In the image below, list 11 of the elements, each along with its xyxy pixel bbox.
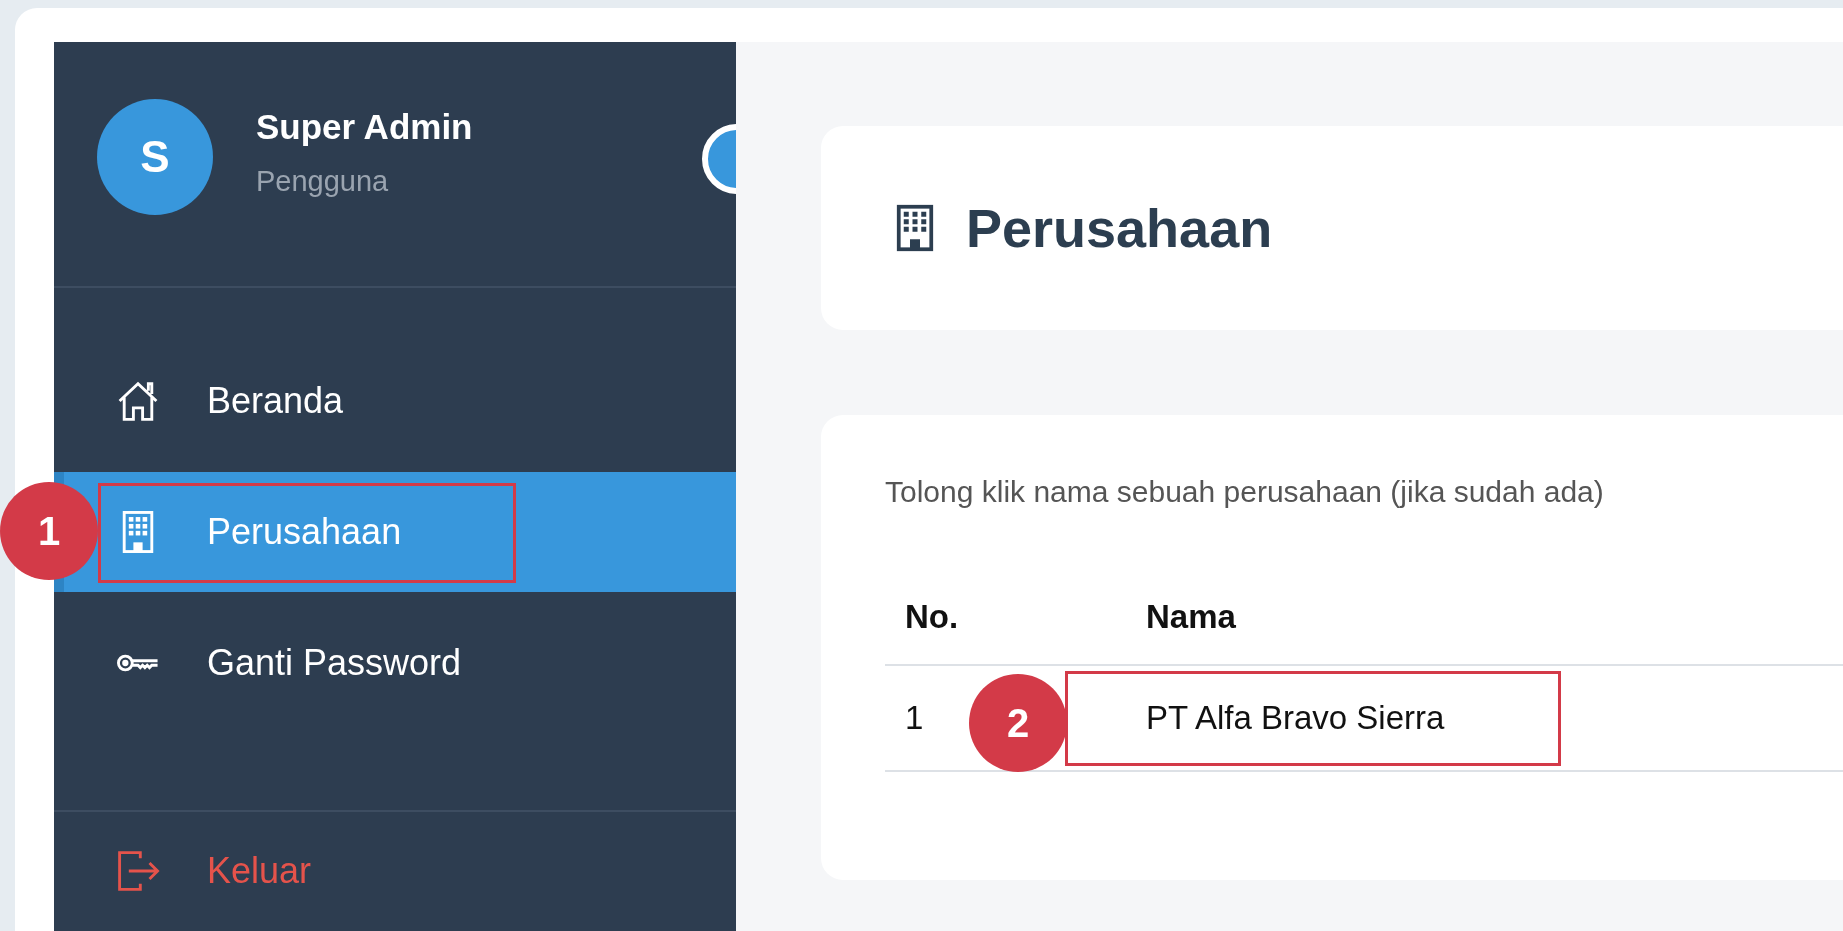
menu-item[interactable]: Ganti Password — [54, 603, 736, 724]
column-header: Nama — [1126, 561, 1843, 665]
page-title: Perusahaan — [966, 197, 1273, 259]
user-name: Super Admin — [256, 107, 473, 148]
avatar: S — [97, 98, 213, 215]
menu-item[interactable]: Beranda — [54, 341, 736, 462]
table-cell: 1 — [905, 699, 924, 736]
column-header: No. — [885, 561, 1126, 665]
instruction-text: Tolong klik nama sebuah perusahaan (jika sudah ada) — [885, 475, 1605, 509]
company-link[interactable]: PT Alfa Bravo Sierra — [1146, 699, 1445, 736]
user-role: Pengguna — [256, 165, 390, 199]
